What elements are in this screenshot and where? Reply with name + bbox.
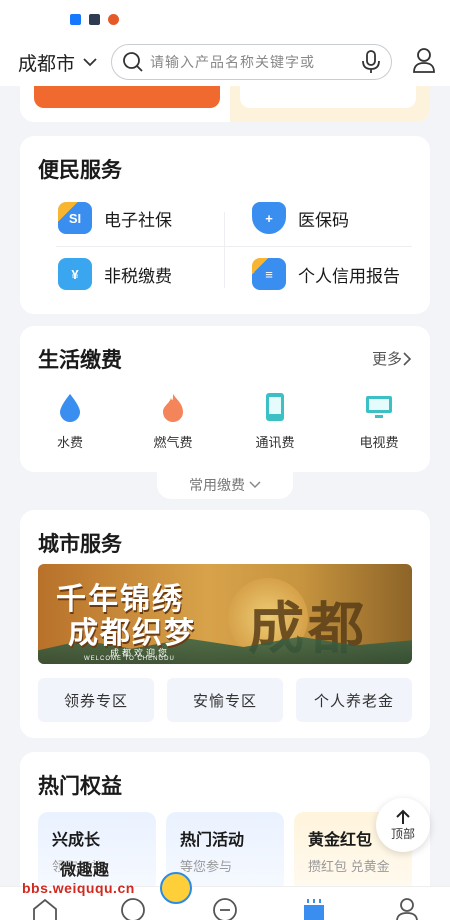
search-input[interactable]: 请输入产品名称关键字或 [111,44,392,80]
nav-home[interactable] [30,897,60,920]
social-security-icon: SI [58,202,92,234]
zone-anyu[interactable]: 安愉专区 [167,678,283,722]
watermark-title: 微趣趣 [60,862,110,879]
top-banner-card[interactable] [20,86,430,122]
search-placeholder: 请输入产品名称关键字或 [150,54,316,70]
user-profile-button[interactable] [412,47,436,78]
more-label: 更多 [371,351,402,368]
divider [224,212,225,288]
zone-coupons[interactable]: 领券专区 [38,678,154,722]
search-icon [123,52,143,72]
tax-payment-icon: ¥ [58,258,92,290]
pay-label: 通讯费 [255,435,295,450]
common-payments-label: 常用缴费 [189,477,245,493]
benefit-title: 兴成长 [52,832,101,849]
promo-tile-orange[interactable] [34,86,220,108]
pay-telecom[interactable]: 通讯费 [240,390,310,451]
banner-welcome-en: WELCOME TO CHENGDU [84,656,175,662]
section-title: 城市服务 [38,533,122,556]
alipay-notification-icon [70,14,81,25]
app-notification-icon [89,14,100,25]
pay-label: 燃气费 [153,435,193,450]
benefit-subtitle: 等您参与 [180,859,233,874]
home-icon [33,898,57,920]
nav-message[interactable] [210,897,240,920]
chevron-down-icon [249,481,261,489]
chat-icon [213,898,237,920]
pay-label: 电视费 [359,435,399,450]
taobao-notification-icon [108,14,119,25]
service-e-social-security[interactable]: SI 电子社保 [58,202,172,234]
service-label: 电子社保 [104,210,172,230]
section-title: 热门权益 [38,775,122,798]
section-title: 生活缴费 [38,349,122,372]
pay-gas[interactable]: 燃气费 [138,390,208,451]
service-credit-report[interactable]: ≡ 个人信用报告 [252,258,400,290]
benefit-title: 热门活动 [180,832,245,849]
pay-label: 水费 [56,435,83,450]
service-label: 非税缴费 [104,266,172,286]
divider [56,246,412,247]
compass-icon [121,898,145,920]
section-title: 便民服务 [38,159,122,182]
phone-icon [258,390,292,424]
water-drop-icon [53,390,87,424]
watermark-url: bbs.weiququ.cn [22,880,135,896]
cup-icon [304,899,324,920]
arrow-up-icon [396,809,410,824]
nav-mine[interactable] [392,897,422,920]
promo-tile-cream[interactable] [230,86,430,122]
back-to-top-button[interactable]: 顶部 [376,798,430,852]
service-medical-code[interactable]: + 医保码 [252,202,349,234]
flame-icon [156,390,190,424]
chevron-right-icon [403,351,412,366]
chevron-down-icon [83,57,97,66]
service-label: 医保码 [298,210,349,230]
pay-water[interactable]: 水费 [35,390,105,451]
service-label: 个人信用报告 [298,266,400,286]
common-payments-toggle[interactable]: 常用缴费 [157,471,293,499]
zone-personal-pension[interactable]: 个人养老金 [296,678,412,722]
city-services-card: 城市服务 成都 千年锦绣 成都织梦 成都欢迎您 WELCOME TO CHENG… [20,510,430,738]
credit-report-icon: ≡ [252,258,286,290]
microphone-icon[interactable] [361,50,381,74]
convenience-services-card: 便民服务 SI 电子社保 + 医保码 ¥ 非税缴费 ≡ 个人信用报告 [20,136,430,314]
nav-life[interactable] [300,897,330,920]
life-payment-card: 生活缴费 更多 水费 燃气费 通讯费 电视费 [20,326,430,472]
watermark: 微趣趣 bbs.weiququ.cn [22,862,135,896]
status-bar [0,0,450,38]
service-non-tax-payment[interactable]: ¥ 非税缴费 [58,258,172,290]
medical-insurance-icon: + [252,202,286,234]
tv-icon [362,390,396,424]
user-icon [396,898,418,920]
user-icon [413,47,435,73]
benefit-subtitle: 攒红包 兑黄金 [308,859,390,874]
city-label: 成都市 [18,53,76,75]
chengdu-promo-banner[interactable]: 成都 千年锦绣 成都织梦 成都欢迎您 WELCOME TO CHENGDU [38,564,412,664]
more-link[interactable]: 更多 [372,348,412,369]
pay-tv[interactable]: 电视费 [344,390,414,451]
city-selector[interactable]: 成都市 [18,49,97,76]
nav-discover[interactable] [118,897,148,920]
back-to-top-label: 顶部 [390,826,415,841]
watermark-mascot-icon [160,872,192,904]
header: 成都市 请输入产品名称关键字或 [0,38,450,86]
